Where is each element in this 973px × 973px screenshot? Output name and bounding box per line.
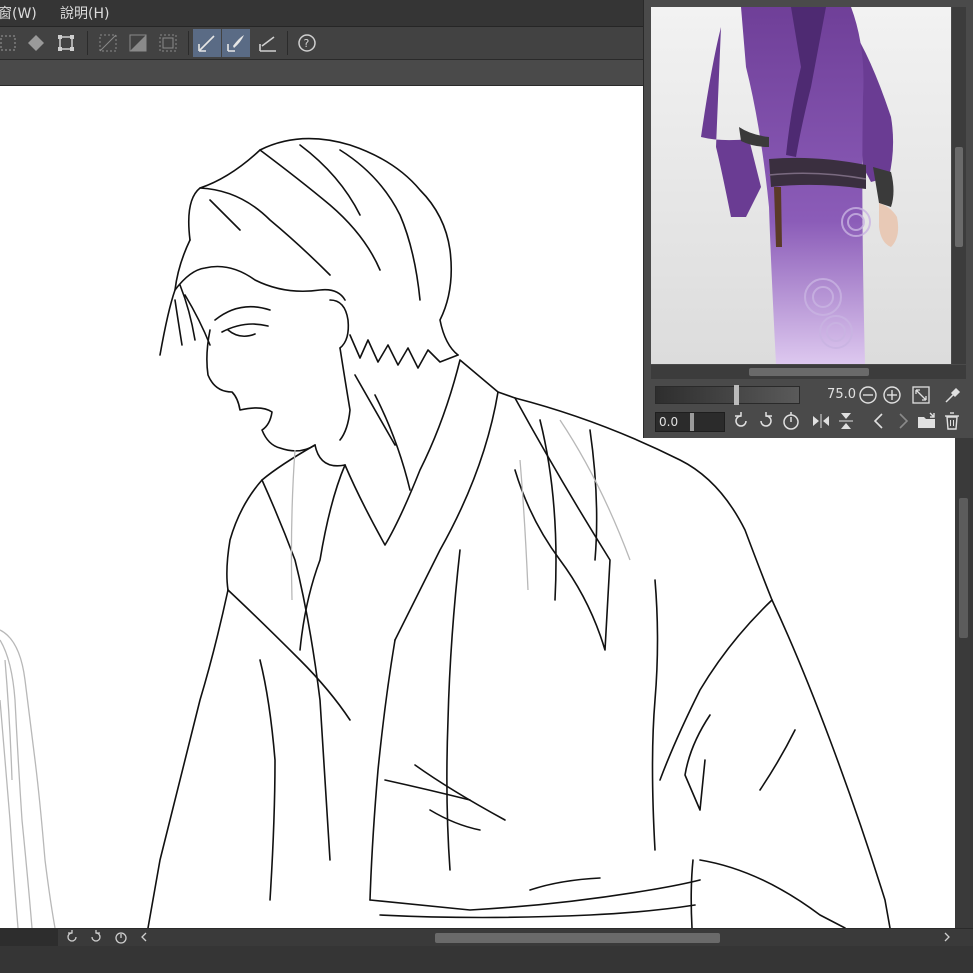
rotation-value: 0.0	[659, 415, 679, 429]
rotate-left-icon[interactable]	[63, 930, 81, 944]
toolbar-divider	[188, 31, 189, 55]
next-icon[interactable]	[892, 410, 914, 432]
scroll-left-icon[interactable]	[135, 930, 153, 944]
reset-rotation-icon[interactable]	[112, 930, 130, 944]
reset-rotation-icon[interactable]	[780, 410, 802, 432]
ruler-icon[interactable]	[94, 29, 122, 57]
canvas-tab-bar	[0, 60, 643, 86]
zoom-slider[interactable]	[655, 385, 800, 405]
brush-snap-icon[interactable]	[222, 29, 250, 57]
transform-icon[interactable]	[52, 29, 80, 57]
scroll-right-icon[interactable]	[938, 930, 956, 944]
rotate-right-icon[interactable]	[87, 930, 105, 944]
navigator-preview[interactable]	[651, 7, 951, 364]
selection-icon[interactable]	[0, 29, 22, 57]
eyedropper-icon[interactable]	[942, 384, 964, 406]
zoom-out-icon[interactable]	[857, 384, 879, 406]
flip-horizontal-icon[interactable]	[810, 410, 832, 432]
layer-panel-edge	[0, 928, 58, 946]
grid-icon[interactable]	[154, 29, 182, 57]
ruler-snap-icon[interactable]	[254, 29, 282, 57]
toolbar-divider	[287, 31, 288, 55]
help-icon[interactable]: ?	[293, 29, 321, 57]
delete-icon[interactable]	[941, 410, 963, 432]
canvas-vertical-scrollbar[interactable]	[955, 438, 973, 928]
menu-help[interactable]: 說明(H)	[60, 3, 109, 23]
navigator-controls: 75.0 0.0	[651, 382, 969, 434]
rotate-left-icon[interactable]	[730, 410, 752, 432]
canvas-horizontal-scroll-thumb[interactable]	[435, 933, 720, 943]
rotation-field[interactable]: 0.0	[655, 412, 725, 432]
navigator-panel: 75.0 0.0	[643, 0, 973, 438]
canvas-vertical-scroll-thumb[interactable]	[959, 498, 968, 638]
menu-window[interactable]: 窗(W)	[0, 3, 37, 23]
navigator-vertical-scrollbar[interactable]	[952, 7, 966, 364]
status-bar	[0, 946, 973, 973]
snap-icon[interactable]	[124, 29, 152, 57]
pen-snap-icon[interactable]	[193, 29, 221, 57]
open-folder-icon[interactable]	[916, 410, 938, 432]
toolbar-divider	[87, 31, 88, 55]
command-toolbar: ?	[0, 27, 643, 60]
fill-icon[interactable]	[22, 29, 50, 57]
navigator-horizontal-scrollbar[interactable]	[651, 365, 966, 379]
zoom-value: 75.0	[827, 387, 856, 402]
fit-icon[interactable]	[910, 384, 932, 406]
flip-vertical-icon[interactable]	[835, 410, 857, 432]
zoom-in-icon[interactable]	[881, 384, 903, 406]
svg-text:?: ?	[304, 37, 310, 50]
previous-icon[interactable]	[868, 410, 890, 432]
rotate-right-icon[interactable]	[755, 410, 777, 432]
